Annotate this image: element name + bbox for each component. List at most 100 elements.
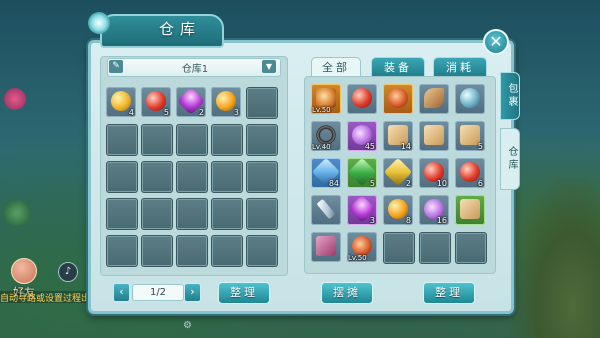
- item-slot[interactable]: 5: [455, 121, 485, 151]
- tab-all[interactable]: 全部: [311, 57, 361, 78]
- empty-slot[interactable]: [246, 124, 278, 156]
- microphone-icon[interactable]: ♪: [58, 262, 78, 282]
- empty-slot[interactable]: [176, 124, 208, 156]
- storage-sort-button[interactable]: 整理: [218, 282, 270, 304]
- close-button[interactable]: ✕: [483, 29, 509, 55]
- item-slot[interactable]: Lv.50: [347, 232, 377, 262]
- window-title: 仓库: [158, 20, 201, 38]
- item-slot[interactable]: 2: [383, 157, 413, 188]
- scroll-icon: [424, 125, 444, 145]
- empty-slot[interactable]: [176, 235, 208, 267]
- stall-button[interactable]: 摆摊: [321, 282, 373, 304]
- item-slot[interactable]: 8: [383, 195, 413, 225]
- empty-slot[interactable]: [176, 161, 208, 193]
- inventory-sort-button[interactable]: 整理: [423, 282, 475, 304]
- settings-icon[interactable]: ⚙: [183, 320, 195, 332]
- item-slot[interactable]: 5: [141, 87, 171, 117]
- chevron-left-icon: ‹: [119, 285, 124, 298]
- item-count: 3: [233, 108, 239, 117]
- item-level: Lv.50: [348, 254, 367, 262]
- empty-slot[interactable]: [106, 198, 138, 230]
- item-count: 3: [369, 216, 375, 225]
- item-count: 10: [436, 179, 447, 188]
- item-slot[interactable]: 14: [383, 121, 413, 151]
- item-slot[interactable]: 10: [419, 158, 449, 188]
- item-level: Lv.40: [312, 143, 331, 151]
- green-scroll-icon: [460, 199, 480, 219]
- dragon-helmet-icon: [388, 88, 408, 108]
- friend-icon: [11, 258, 37, 284]
- blue-pill-icon: [460, 88, 480, 108]
- item-slot[interactable]: Lv.40: [311, 121, 341, 151]
- item-slot[interactable]: 6: [455, 158, 485, 188]
- rocks-decoration: [510, 178, 600, 338]
- item-slot[interactable]: [419, 121, 449, 151]
- item-slot[interactable]: 84: [311, 157, 341, 188]
- item-slot[interactable]: [455, 84, 485, 114]
- item-slot[interactable]: [455, 195, 485, 225]
- empty-slot[interactable]: [455, 232, 487, 264]
- empty-slot[interactable]: [141, 198, 173, 230]
- empty-slot[interactable]: [211, 235, 243, 267]
- item-slot[interactable]: 2: [176, 86, 206, 117]
- item-count: 5: [163, 108, 169, 117]
- empty-slot[interactable]: [141, 235, 173, 267]
- auto-path-text: 自动寻路或设置过程出: [0, 291, 96, 303]
- rename-pen-icon[interactable]: ✎: [109, 60, 123, 73]
- item-count: 4: [128, 108, 134, 117]
- item-slot[interactable]: [383, 84, 413, 114]
- item-slot[interactable]: 16: [419, 195, 449, 225]
- ring-icon: [316, 125, 336, 145]
- prev-page-button[interactable]: ‹: [113, 283, 130, 302]
- item-slot[interactable]: 5: [347, 157, 377, 188]
- item-count: 2: [405, 179, 411, 188]
- item-slot[interactable]: [311, 195, 341, 225]
- chevron-down-icon[interactable]: ▼: [262, 60, 276, 73]
- armor-icon: [316, 88, 336, 108]
- item-slot[interactable]: [419, 84, 449, 114]
- page-indicator: 1/2: [132, 284, 184, 301]
- empty-slot[interactable]: [246, 235, 278, 267]
- side-tab-storage[interactable]: 仓库: [500, 128, 520, 190]
- empty-slot[interactable]: [141, 161, 173, 193]
- empty-slot[interactable]: [176, 198, 208, 230]
- side-tab-bag[interactable]: 包裹: [500, 72, 520, 120]
- leaf-decoration: [2, 200, 32, 226]
- item-count: 16: [436, 216, 447, 225]
- empty-slot[interactable]: [246, 87, 278, 119]
- item-level: Lv.50: [312, 106, 331, 114]
- item-slot[interactable]: Lv.50: [311, 84, 341, 114]
- silver-key-icon: [316, 198, 336, 220]
- feather-icon: [424, 88, 444, 108]
- next-page-button[interactable]: ›: [184, 283, 201, 302]
- item-slot[interactable]: [347, 84, 377, 114]
- item-count: 5: [369, 179, 375, 188]
- storage-selector-label: 仓库1: [181, 64, 209, 75]
- title-orb-icon: [88, 12, 110, 34]
- chevron-right-icon: ›: [190, 285, 195, 298]
- red-pouch-icon: [352, 88, 372, 108]
- empty-slot[interactable]: [106, 235, 138, 267]
- dragon-helmet-icon: [352, 236, 372, 256]
- item-slot[interactable]: 4: [106, 87, 136, 117]
- empty-slot[interactable]: [211, 161, 243, 193]
- empty-slot[interactable]: [106, 161, 138, 193]
- book-icon: [316, 236, 336, 256]
- item-count: 8: [405, 216, 411, 225]
- empty-slot[interactable]: [106, 124, 138, 156]
- item-slot[interactable]: [311, 232, 341, 262]
- empty-slot[interactable]: [246, 161, 278, 193]
- item-count: 2: [198, 108, 204, 117]
- empty-slot[interactable]: [383, 232, 415, 264]
- empty-slot[interactable]: [211, 124, 243, 156]
- item-slot[interactable]: 3: [211, 87, 241, 117]
- empty-slot[interactable]: [419, 232, 451, 264]
- empty-slot[interactable]: [141, 124, 173, 156]
- item-count: 84: [328, 179, 339, 188]
- empty-slot[interactable]: [246, 198, 278, 230]
- item-slot[interactable]: 45: [347, 121, 377, 151]
- item-count: 5: [477, 142, 483, 151]
- item-slot[interactable]: 3: [347, 194, 377, 225]
- empty-slot[interactable]: [211, 198, 243, 230]
- lotus-decoration: [4, 88, 26, 110]
